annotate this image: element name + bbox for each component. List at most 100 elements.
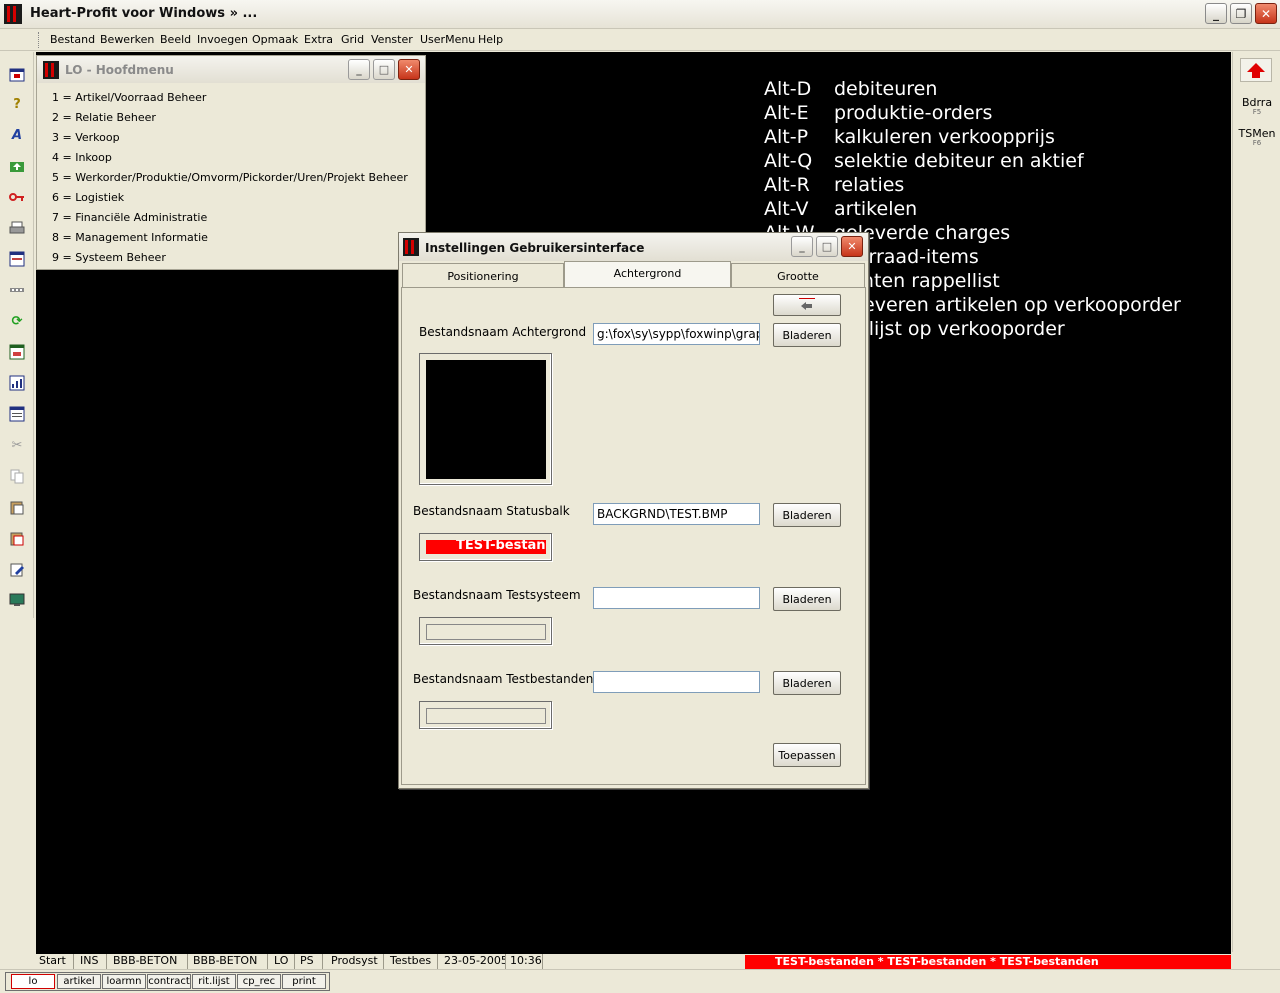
close-button[interactable]: ✕ — [841, 236, 863, 257]
testsysteem-preview-image — [426, 624, 546, 640]
menu-option[interactable]: 5 = Werkorder/Produktie/Omvorm/Pickorder… — [52, 171, 408, 184]
back-button[interactable] — [773, 294, 841, 316]
menu-extra[interactable]: Extra — [304, 33, 333, 46]
edit-icon[interactable] — [8, 560, 26, 578]
statusbar: Start INS BBB-BETON BBB-BETON LO PS Prod… — [36, 954, 1232, 969]
font-icon[interactable]: A — [8, 126, 26, 144]
task-button-artikel[interactable]: artikel — [57, 974, 101, 989]
background-preview — [419, 353, 552, 485]
status-ps: PS — [297, 954, 323, 969]
status-company-1: BBB-BETON — [110, 954, 188, 969]
bdrra-key: F5 — [1252, 108, 1262, 116]
menu-option[interactable]: 8 = Management Informatie — [52, 231, 208, 244]
menu-option[interactable]: 3 = Verkoop — [52, 131, 120, 144]
task-button-ritlijst[interactable]: rit.lijst — [192, 974, 236, 989]
copy-icon[interactable] — [8, 467, 26, 485]
chart-icon[interactable] — [8, 374, 26, 392]
menu-bewerken[interactable]: Bewerken — [100, 33, 154, 46]
menu-opmaak[interactable]: Opmaak — [252, 33, 298, 46]
status-start[interactable]: Start — [36, 954, 74, 969]
paste-icon[interactable] — [8, 498, 26, 516]
hoofdmenu-title: LO - Hoofdmenu — [65, 63, 174, 77]
status-ins: INS — [77, 954, 107, 969]
browse-button-achtergrond[interactable]: Bladeren — [773, 323, 841, 347]
menu-option[interactable]: 9 = Systeem Beheer — [52, 251, 166, 264]
testsysteem-preview — [419, 617, 552, 645]
testbestanden-path-input[interactable] — [593, 671, 760, 693]
task-button-loarmn[interactable]: loarmn — [102, 974, 146, 989]
scroll-up-button[interactable] — [1240, 58, 1272, 82]
browse-button-statusbalk[interactable]: Bladeren — [773, 503, 841, 527]
tab-positionering[interactable]: Positionering — [402, 263, 564, 287]
dialog-title: Instellingen Gebruikersinterface — [425, 241, 645, 255]
field-label-testbestanden: Bestandsnaam Testbestanden — [413, 672, 594, 686]
paste-special-icon[interactable] — [8, 529, 26, 547]
restore-button[interactable]: ❐ — [1230, 3, 1252, 24]
menu-help[interactable]: Help — [478, 33, 503, 46]
test-banner: TEST-bestanden * TEST-bestanden * TEST-b… — [745, 955, 1231, 969]
folder-up-icon[interactable] — [8, 157, 26, 175]
minimize-button[interactable]: _ — [1205, 3, 1227, 24]
status-prodsyst: Prodsyst — [328, 954, 384, 969]
maximize-button[interactable]: □ — [816, 236, 838, 257]
tab-grootte[interactable]: Grootte — [731, 263, 865, 287]
browse-button-testbestanden[interactable]: Bladeren — [773, 671, 841, 695]
shortcut-row: Alt-R relaties — [764, 174, 905, 196]
field-label-statusbalk: Bestandsnaam Statusbalk — [413, 504, 570, 518]
statusbar-preview-image: TEST-bestanden — [426, 540, 546, 554]
dialog-titlebar[interactable]: Instellingen Gebruikersinterface _ □ ✕ — [399, 233, 868, 261]
status-lo: LO — [271, 954, 295, 969]
menu-option[interactable]: 7 = Financiële Administratie — [52, 211, 207, 224]
task-button-contract[interactable]: contract — [147, 974, 191, 989]
app-logo-icon — [4, 4, 22, 24]
minimize-button[interactable]: _ — [348, 59, 370, 80]
status-date: 23-05-2005 — [441, 954, 506, 969]
menu-venster[interactable]: Venster — [371, 33, 413, 46]
menu-usermenu[interactable]: UserMenu — [420, 33, 475, 46]
window-icon[interactable] — [8, 66, 26, 84]
shortcut-row: Alt-D debiteuren — [764, 78, 938, 100]
close-button[interactable]: ✕ — [398, 59, 420, 80]
screen-icon[interactable] — [8, 591, 26, 609]
ellipsis-icon[interactable] — [8, 281, 26, 299]
background-preview-image — [426, 360, 546, 479]
list-window-icon[interactable] — [8, 405, 26, 423]
hoofdmenu-titlebar[interactable]: LO - Hoofdmenu _ □ ✕ — [37, 56, 425, 83]
print-icon[interactable] — [8, 219, 26, 237]
menu-beeld[interactable]: Beeld — [160, 33, 191, 46]
arrow-up-icon — [1247, 63, 1265, 78]
tab-achtergrond[interactable]: Achtergrond — [564, 261, 731, 288]
form-icon[interactable] — [8, 250, 26, 268]
maximize-button[interactable]: □ — [373, 59, 395, 80]
refresh-icon[interactable]: ⟳ — [8, 312, 26, 330]
menu-option[interactable]: 2 = Relatie Beheer — [52, 111, 156, 124]
statusbalk-path-input[interactable]: BACKGRND\TEST.BMP — [593, 503, 760, 525]
menu-option[interactable]: 4 = Inkoop — [52, 151, 112, 164]
task-button-print[interactable]: print — [282, 974, 326, 989]
minimize-button[interactable]: _ — [791, 236, 813, 257]
close-button[interactable]: ✕ — [1255, 3, 1277, 24]
shortcut-row: Alt-E produktie-orders — [764, 102, 993, 124]
testsysteem-path-input[interactable] — [593, 587, 760, 609]
task-button-cp-rec[interactable]: cp_rec — [237, 974, 281, 989]
achtergrond-path-input[interactable]: g:\fox\sy\sypp\foxwinp\graph — [593, 323, 760, 345]
key-icon[interactable] — [8, 188, 26, 206]
cut-icon[interactable]: ✂ — [8, 436, 26, 454]
app-titlebar: Heart-Profit voor Windows » ... _ ❐ ✕ — [0, 0, 1280, 29]
menu-invoegen[interactable]: Invoegen — [197, 33, 248, 46]
help-icon[interactable]: ? — [8, 95, 26, 113]
menubar-grip[interactable] — [38, 32, 41, 48]
task-button-lo[interactable]: lo — [11, 974, 55, 989]
apply-button[interactable]: Toepassen — [773, 743, 841, 767]
browse-button-testsysteem[interactable]: Bladeren — [773, 587, 841, 611]
testbestanden-preview — [419, 701, 552, 729]
grid-edit-icon[interactable] — [8, 343, 26, 361]
app-logo-icon — [43, 61, 59, 79]
settings-dialog: Instellingen Gebruikersinterface _ □ ✕ P… — [398, 232, 869, 789]
menu-grid[interactable]: Grid — [341, 33, 364, 46]
menu-option[interactable]: 6 = Logistiek — [52, 191, 124, 204]
menu-option[interactable]: 1 = Artikel/Voorraad Beheer — [52, 91, 206, 104]
shortcut-row: Alt-P kalkuleren verkoopprijs — [764, 126, 1055, 148]
tsmen-key: F6 — [1252, 139, 1262, 147]
menu-bestand[interactable]: Bestand — [50, 33, 95, 46]
